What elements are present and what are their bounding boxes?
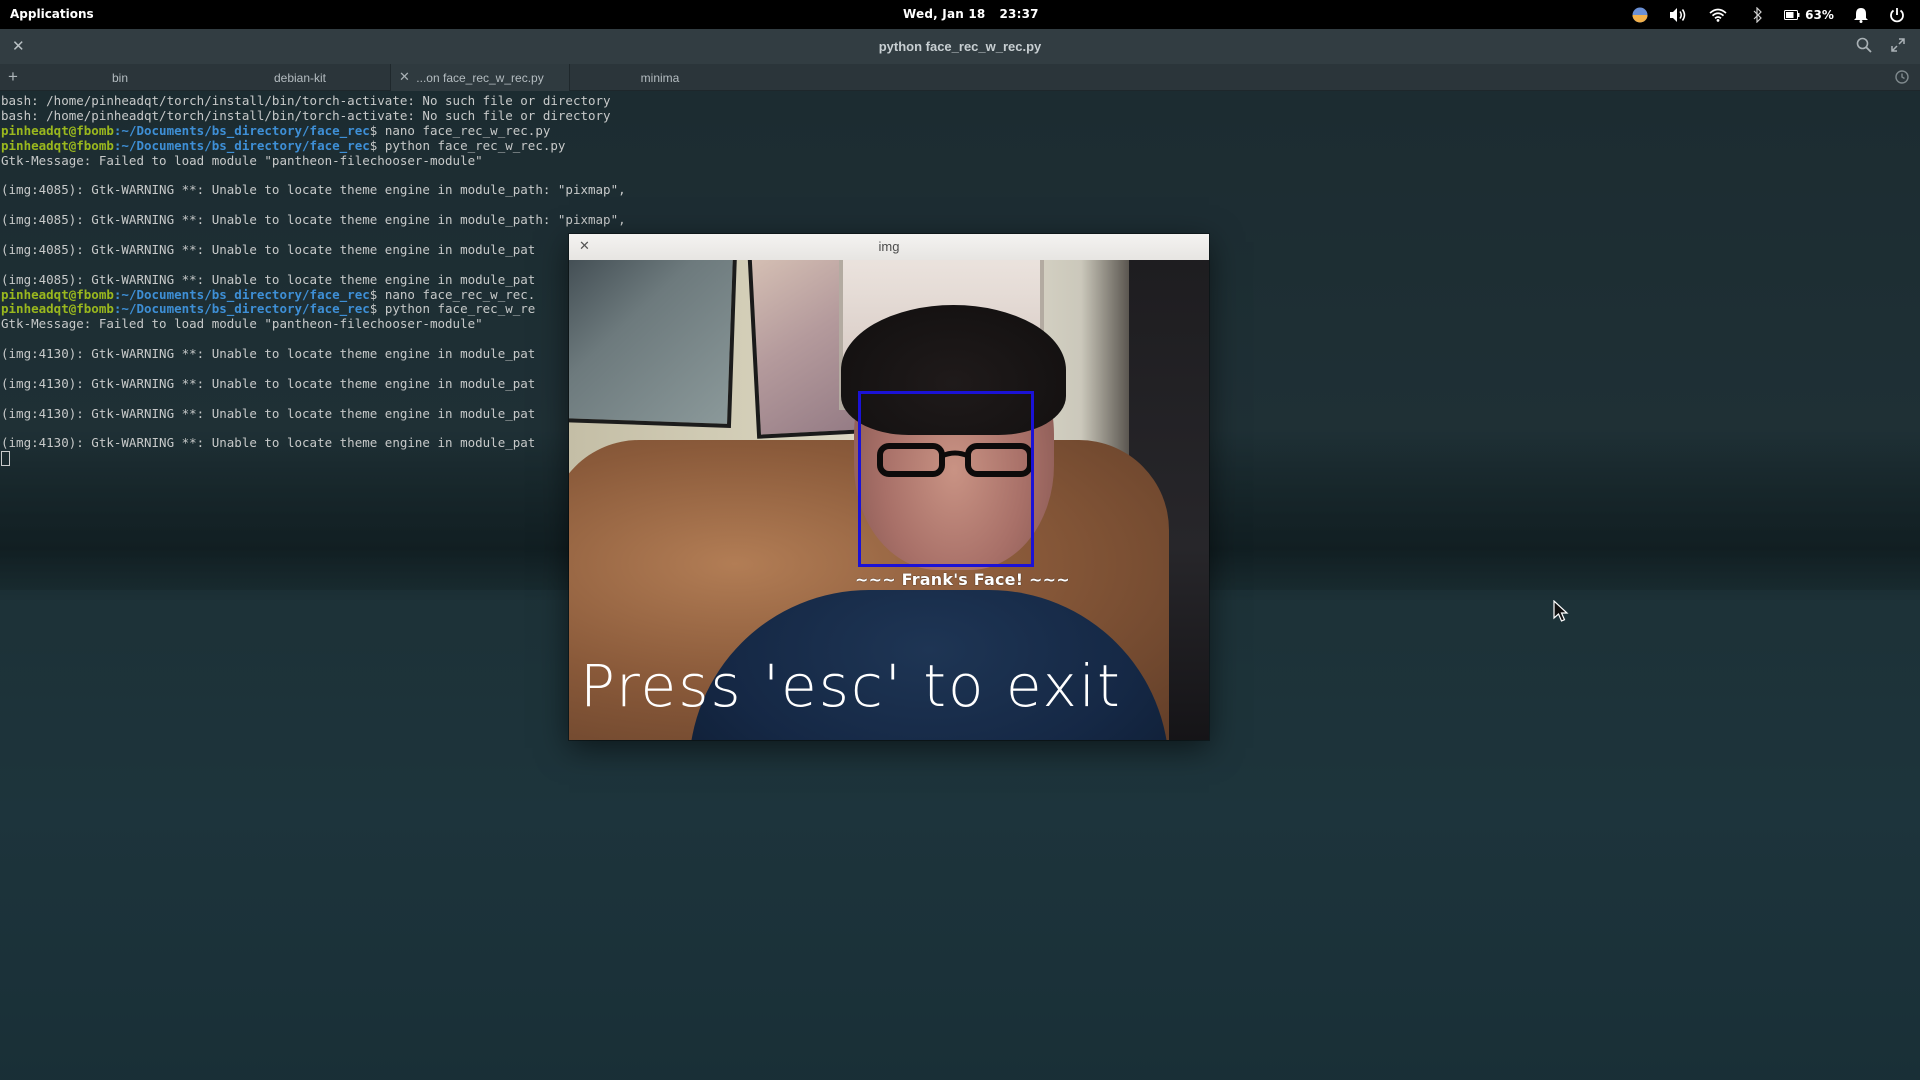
window-title: python face_rec_w_rec.py	[878, 39, 1042, 54]
terminal-text: (img:4130): Gtk-WARNING **: Unable to lo…	[1, 346, 536, 362]
img-window-title: img	[878, 239, 900, 254]
tab-label: bin	[111, 70, 128, 85]
terminal-text: (img:4085): Gtk-WARNING **: Unable to lo…	[1, 271, 536, 287]
prompt-path: :~/Documents/bs_directory/face_rec	[113, 301, 370, 317]
tab-close-icon[interactable]: ✕	[399, 69, 410, 85]
terminal-text: (img:4085): Gtk-WARNING **: Unable to lo…	[1, 241, 536, 257]
prompt-user: pinheadqt@fbomb	[1, 122, 114, 138]
prompt-command: $ python face_rec_w_rec.py	[369, 137, 566, 153]
tab-label: debian-kit	[273, 70, 327, 85]
history-icon[interactable]	[1894, 69, 1910, 88]
applications-menu[interactable]: Applications	[10, 7, 94, 21]
clock[interactable]: Wed, Jan 18 23:37	[903, 7, 1039, 21]
tab-label: minima	[640, 70, 680, 85]
terminal-text: (img:4130): Gtk-WARNING **: Unable to lo…	[1, 375, 536, 391]
clock-date: Wed, Jan 18	[903, 7, 986, 21]
system-tray: 63%	[1622, 0, 1912, 29]
terminal-line: pinheadqt@fbomb:~/Documents/bs_directory…	[1, 122, 1919, 139]
terminal-text: (img:4130): Gtk-WARNING **: Unable to lo…	[1, 435, 536, 451]
wifi-icon[interactable]	[1698, 0, 1738, 29]
top-panel: Applications Wed, Jan 18 23:37 63%	[0, 0, 1920, 29]
volume-icon[interactable]	[1658, 0, 1698, 29]
terminal-cursor	[1, 451, 10, 467]
terminal-text: (img:4130): Gtk-WARNING **: Unable to lo…	[1, 405, 536, 421]
prompt-user: pinheadqt@fbomb	[1, 286, 114, 302]
face-detection-box	[858, 391, 1034, 567]
terminal-line: bash: /home/pinheadqt/torch/install/bin/…	[1, 93, 1919, 109]
battery-indicator[interactable]: 63%	[1778, 0, 1840, 29]
notifications-icon[interactable]	[1840, 0, 1882, 29]
face-label: ~~~ Frank's Face! ~~~	[855, 570, 1070, 589]
tab-debian-kit[interactable]: debian-kit	[210, 64, 390, 91]
terminal-text: bash: /home/pinheadqt/torch/install/bin/…	[1, 93, 611, 108]
terminal-text: bash: /home/pinheadqt/torch/install/bin/…	[1, 107, 611, 123]
battery-percent: 63%	[1805, 7, 1834, 22]
terminal-titlebar: ✕ python face_rec_w_rec.py	[0, 29, 1920, 64]
terminal-line: bash: /home/pinheadqt/torch/install/bin/…	[1, 107, 1919, 124]
prompt-command: $ nano face_rec_w_rec.	[369, 286, 536, 302]
terminal-line: (img:4085): Gtk-WARNING **: Unable to lo…	[1, 182, 1919, 198]
tab-label: ...on face_rec_w_rec.py	[416, 70, 544, 85]
clock-time: 23:37	[999, 7, 1039, 21]
tab-bar: + bin debian-kit ✕ ...on face_rec_w_rec.…	[0, 64, 1920, 91]
night-light-icon[interactable]	[1622, 0, 1658, 29]
restore-icon[interactable]	[1890, 37, 1906, 56]
prompt-path: :~/Documents/bs_directory/face_rec	[113, 286, 370, 302]
terminal-text: (img:4085): Gtk-WARNING **: Unable to lo…	[1, 182, 626, 198]
power-icon[interactable]	[1882, 0, 1912, 29]
terminal-text: Gtk-Message: Failed to load module "pant…	[1, 152, 483, 168]
terminal-line: (img:4085): Gtk-WARNING **: Unable to lo…	[1, 212, 1919, 228]
terminal-line: Gtk-Message: Failed to load module "pant…	[1, 152, 1919, 169]
prompt-command: $ python face_rec_w_re	[369, 301, 536, 317]
mouse-pointer-icon	[1553, 600, 1569, 622]
webcam-frame: ~~~ Frank's Face! ~~~ Press 'esc' to exi…	[569, 260, 1209, 740]
wall-poster	[569, 260, 738, 429]
prompt-path: :~/Documents/bs_directory/face_rec	[113, 122, 370, 138]
img-window-titlebar: ✕ img	[569, 234, 1209, 260]
img-window[interactable]: ✕ img ~~~ Frank's Face! ~~~ Press 'esc' …	[569, 234, 1209, 740]
prompt-command: $ nano face_rec_w_rec.py	[369, 122, 551, 138]
terminal-text: (img:4085): Gtk-WARNING **: Unable to lo…	[1, 212, 626, 228]
search-icon[interactable]	[1856, 37, 1872, 56]
terminal-text: Gtk-Message: Failed to load module "pant…	[1, 316, 483, 332]
prompt-path: :~/Documents/bs_directory/face_rec	[113, 137, 370, 153]
prompt-user: pinheadqt@fbomb	[1, 137, 114, 153]
new-tab-icon[interactable]: +	[8, 67, 18, 87]
tab-bin[interactable]: bin	[30, 64, 210, 91]
exit-message: Press 'esc' to exit	[580, 652, 1122, 720]
bluetooth-icon[interactable]	[1738, 0, 1778, 29]
terminal-line: pinheadqt@fbomb:~/Documents/bs_directory…	[1, 137, 1919, 154]
battery-icon	[1784, 9, 1800, 20]
tab-face-rec[interactable]: ✕ ...on face_rec_w_rec.py	[390, 64, 570, 91]
tab-minima[interactable]: minima	[570, 64, 750, 91]
prompt-user: pinheadqt@fbomb	[1, 301, 114, 317]
